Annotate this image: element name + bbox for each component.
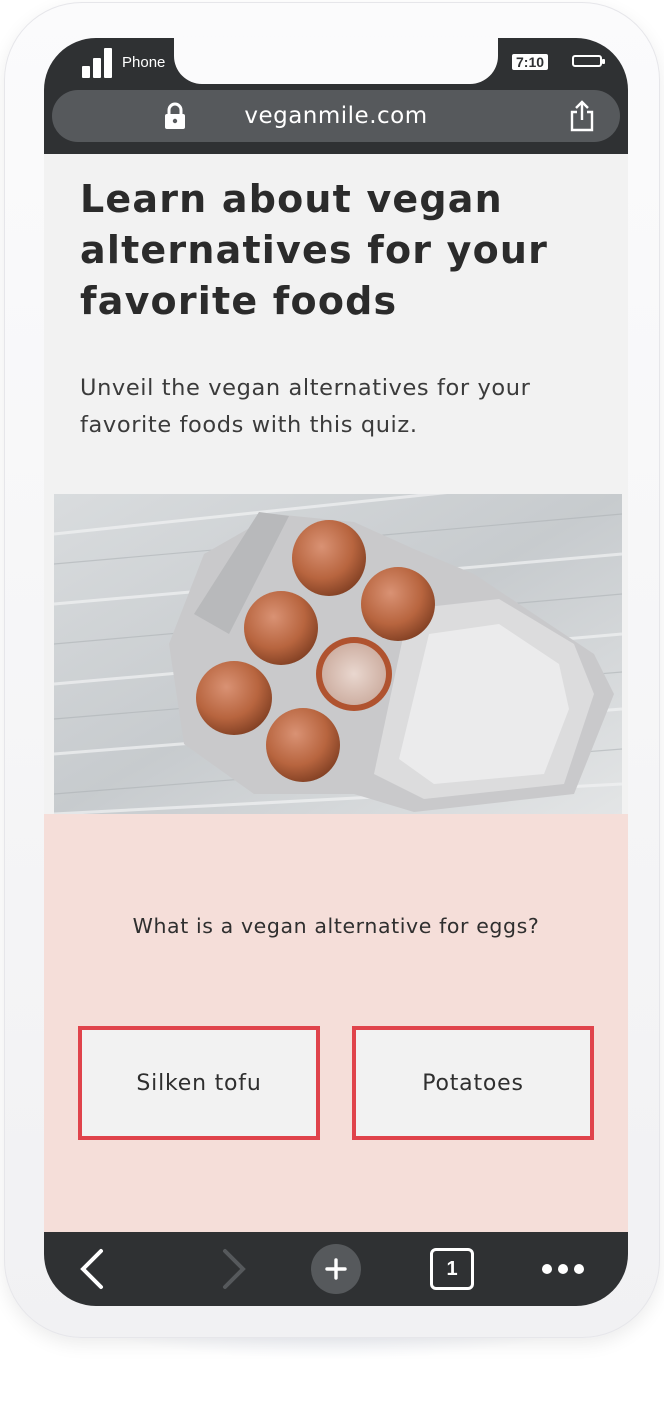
phone-frame: Phone 7:10 veganmile.com Learn about veg… [4,2,660,1338]
quiz-question: What is a vegan alternative for eggs? [132,914,540,938]
more-icon [542,1264,584,1274]
battery-icon [572,55,605,67]
signal-icon [82,46,116,78]
back-icon [80,1249,103,1289]
answer-potatoes-button[interactable]: Potatoes [352,1026,594,1140]
browser-top-bar: Phone 7:10 veganmile.com [44,38,628,154]
forward-button[interactable] [214,1232,254,1306]
more-button[interactable] [538,1232,588,1306]
quiz-section: What is a vegan alternative for eggs? Si… [44,814,628,1232]
page-title: Learn about vegan alternatives for your … [80,177,549,323]
answer-silken-tofu-button[interactable]: Silken tofu [78,1026,320,1140]
carrier-label: Phone [122,54,166,71]
tabs-button[interactable]: 1 [426,1232,478,1306]
stage: Phone 7:10 veganmile.com Learn about veg… [0,0,664,1420]
page-subtitle: Unveil the vegan alternatives for your f… [80,375,531,438]
back-button[interactable] [72,1232,112,1306]
eggs-carton-image [54,494,622,814]
page-content: Learn about vegan alternatives for your … [44,154,628,1232]
share-icon[interactable] [568,100,596,132]
forward-icon [223,1249,246,1289]
url-text: veganmile.com [244,103,428,129]
status-time: 7:10 [512,54,549,70]
new-tab-button[interactable] [310,1232,362,1306]
browser-bottom-toolbar: 1 [44,1232,628,1306]
phone-screen: Phone 7:10 veganmile.com Learn about veg… [44,38,628,1306]
tabs-icon: 1 [430,1248,474,1290]
phone-notch [174,38,498,84]
new-tab-icon [311,1244,361,1294]
address-bar[interactable]: veganmile.com [52,90,620,142]
